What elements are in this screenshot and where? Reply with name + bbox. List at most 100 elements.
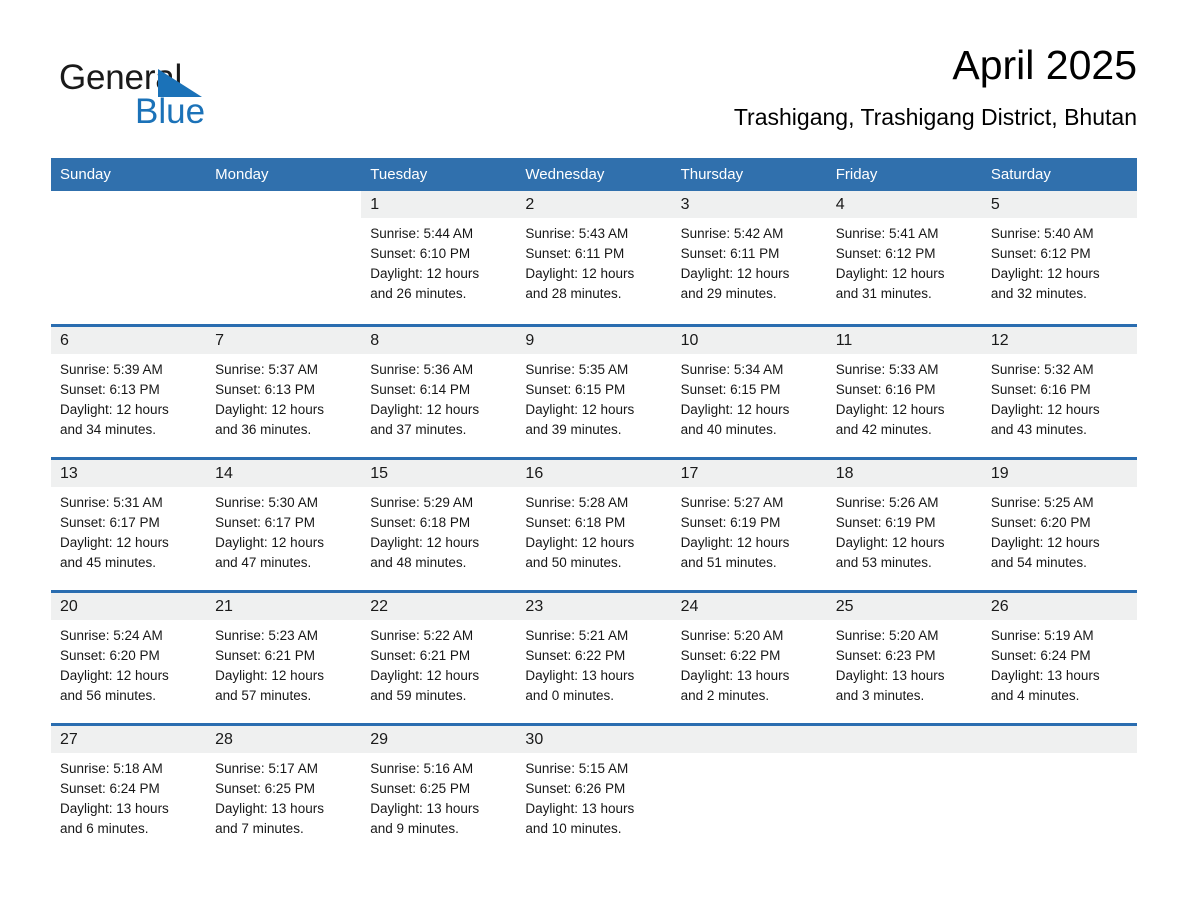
calendar-cell: 17 Sunrise: 5:27 AM Sunset: 6:19 PM Dayligh… [671, 457, 827, 590]
daylight-text: Daylight: 12 hours [835, 535, 945, 550]
daylight-text: and 48 minutes. [370, 555, 467, 570]
day-details: Sunrise: 5:22 AM Sunset: 6:21 PM Daylight:… [361, 620, 516, 706]
day-number: 19 [981, 460, 1137, 487]
sunset-text: Sunset: 6:25 PM [370, 781, 471, 796]
day-number: 16 [516, 460, 672, 487]
calendar-table: Sunday Monday Tuesday Wednesday Thursday Frid… [51, 158, 1137, 856]
calendar-day[interactable]: 17 Sunrise: 5:27 AM Sunset: 6:19 PM Dayligh… [671, 457, 827, 590]
sunrise-text: Sunrise: 5:20 AM [680, 628, 784, 643]
daylight-text: and 6 minutes. [60, 821, 149, 836]
calendar-day[interactable]: 6 Sunrise: 5:39 AM Sunset: 6:13 PM Daylight… [51, 324, 207, 457]
daylight-text: and 39 minutes. [525, 422, 622, 437]
weekday-header-wednesday: Wednesday [516, 158, 672, 191]
daylight-text: Daylight: 13 hours [60, 801, 169, 816]
calendar-day[interactable]: 13 Sunrise: 5:31 AM Sunset: 6:17 PM Dayligh… [51, 457, 207, 590]
calendar-cell: 27 Sunrise: 5:18 AM Sunset: 6:24 PM Dayligh… [51, 723, 207, 856]
sunrise-text: Sunrise: 5:37 AM [215, 362, 318, 377]
day-number: 27 [51, 726, 207, 753]
daylight-text: Daylight: 12 hours [60, 535, 169, 550]
daylight-text: and 54 minutes. [990, 555, 1087, 570]
day-details: Sunrise: 5:35 AM Sunset: 6:15 PM Daylight:… [516, 354, 671, 440]
sunrise-text: Sunrise: 5:28 AM [525, 495, 629, 510]
calendar-day[interactable]: 9 Sunrise: 5:35 AM Sunset: 6:15 PM Daylight… [516, 324, 672, 457]
sunrise-text: Sunrise: 5:15 AM [525, 761, 629, 776]
sunset-text: Sunset: 6:23 PM [835, 648, 936, 663]
calendar-day[interactable]: 14 Sunrise: 5:30 AM Sunset: 6:17 PM Dayligh… [206, 457, 362, 590]
sunset-text: Sunset: 6:16 PM [835, 382, 936, 397]
calendar-day[interactable]: 3 Sunrise: 5:42 AM Sunset: 6:11 PM Daylight… [671, 191, 827, 324]
daylight-text: and 34 minutes. [60, 422, 157, 437]
calendar-day[interactable]: 12 Sunrise: 5:32 AM Sunset: 6:16 PM Dayligh… [981, 324, 1137, 457]
day-number [981, 726, 1137, 753]
calendar-day[interactable]: 8 Sunrise: 5:36 AM Sunset: 6:14 PM Daylight… [361, 324, 517, 457]
day-number [671, 726, 827, 753]
calendar-cell: 21 Sunrise: 5:23 AM Sunset: 6:21 PM Dayligh… [206, 590, 362, 723]
calendar-day[interactable]: 30 Sunrise: 5:15 AM Sunset: 6:26 PM Dayligh… [516, 723, 672, 856]
calendar-cell: 5 Sunrise: 5:40 AM Sunset: 6:12 PM Daylight… [981, 191, 1137, 324]
day-number [826, 726, 982, 753]
calendar-day[interactable]: 18 Sunrise: 5:26 AM Sunset: 6:19 PM Dayligh… [826, 457, 982, 590]
calendar-cell: 28 Sunrise: 5:17 AM Sunset: 6:25 PM Dayligh… [206, 723, 362, 856]
day-number: 14 [206, 460, 362, 487]
daylight-text: and 59 minutes. [370, 688, 467, 703]
calendar-day[interactable]: 5 Sunrise: 5:40 AM Sunset: 6:12 PM Daylight… [981, 191, 1137, 324]
calendar-day[interactable]: 2 Sunrise: 5:43 AM Sunset: 6:11 PM Daylight… [516, 191, 672, 324]
calendar-cell: 10 Sunrise: 5:34 AM Sunset: 6:15 PM Dayligh… [671, 324, 827, 457]
sunrise-text: Sunrise: 5:34 AM [680, 362, 784, 377]
calendar-day[interactable]: 1 Sunrise: 5:44 AM Sunset: 6:10 PM Daylight… [361, 191, 517, 324]
daylight-text: Daylight: 12 hours [680, 266, 790, 281]
day-details: Sunrise: 5:33 AM Sunset: 6:16 PM Daylight:… [827, 354, 982, 440]
calendar-day[interactable]: 28 Sunrise: 5:17 AM Sunset: 6:25 PM Dayligh… [206, 723, 362, 856]
sunrise-text: Sunrise: 5:23 AM [215, 628, 318, 643]
daylight-text: Daylight: 12 hours [990, 535, 1100, 550]
calendar-day[interactable]: 19 Sunrise: 5:25 AM Sunset: 6:20 PM Dayligh… [981, 457, 1137, 590]
calendar-day[interactable]: 20 Sunrise: 5:24 AM Sunset: 6:20 PM Dayligh… [51, 590, 207, 723]
calendar-day[interactable]: 22 Sunrise: 5:22 AM Sunset: 6:21 PM Dayligh… [361, 590, 517, 723]
calendar-day[interactable]: 23 Sunrise: 5:21 AM Sunset: 6:22 PM Dayligh… [516, 590, 672, 723]
daylight-text: Daylight: 12 hours [990, 266, 1100, 281]
day-details: Sunrise: 5:42 AM Sunset: 6:11 PM Daylight:… [672, 218, 827, 304]
day-details: Sunrise: 5:29 AM Sunset: 6:18 PM Daylight:… [361, 487, 516, 573]
calendar-cell: 15 Sunrise: 5:29 AM Sunset: 6:18 PM Dayligh… [361, 457, 517, 590]
calendar-day[interactable]: 24 Sunrise: 5:20 AM Sunset: 6:22 PM Dayligh… [671, 590, 827, 723]
sunrise-text: Sunrise: 5:40 AM [990, 226, 1094, 241]
day-details: Sunrise: 5:39 AM Sunset: 6:13 PM Daylight:… [51, 354, 206, 440]
calendar-day[interactable]: 27 Sunrise: 5:18 AM Sunset: 6:24 PM Dayligh… [51, 723, 207, 856]
calendar-cell: 25 Sunrise: 5:20 AM Sunset: 6:23 PM Dayligh… [826, 590, 982, 723]
sunrise-text: Sunrise: 5:44 AM [370, 226, 474, 241]
sunrise-text: Sunrise: 5:24 AM [60, 628, 163, 643]
daylight-text: Daylight: 13 hours [835, 668, 945, 683]
daylight-text: and 0 minutes. [525, 688, 614, 703]
sunset-text: Sunset: 6:12 PM [835, 246, 936, 261]
daylight-text: and 43 minutes. [990, 422, 1087, 437]
weekday-header-tuesday: Tuesday [361, 158, 517, 191]
daylight-text: Daylight: 12 hours [370, 402, 480, 417]
calendar-day[interactable]: 29 Sunrise: 5:16 AM Sunset: 6:25 PM Dayligh… [361, 723, 517, 856]
daylight-text: and 36 minutes. [215, 422, 312, 437]
sunrise-text: Sunrise: 5:35 AM [525, 362, 629, 377]
day-number: 20 [51, 593, 207, 620]
calendar-day[interactable]: 15 Sunrise: 5:29 AM Sunset: 6:18 PM Dayligh… [361, 457, 517, 590]
day-number: 26 [981, 593, 1137, 620]
calendar-day[interactable]: 7 Sunrise: 5:37 AM Sunset: 6:13 PM Daylight… [206, 324, 362, 457]
calendar-day[interactable]: 21 Sunrise: 5:23 AM Sunset: 6:21 PM Dayligh… [206, 590, 362, 723]
calendar-header-row: Sunday Monday Tuesday Wednesday Thursday Frid… [51, 158, 1137, 191]
daylight-text: and 47 minutes. [215, 555, 312, 570]
day-number: 25 [826, 593, 982, 620]
sunset-text: Sunset: 6:20 PM [990, 515, 1091, 530]
daylight-text: Daylight: 12 hours [525, 266, 635, 281]
calendar-day[interactable]: 4 Sunrise: 5:41 AM Sunset: 6:12 PM Daylight… [826, 191, 982, 324]
calendar-cell [826, 723, 982, 856]
calendar-day[interactable]: 25 Sunrise: 5:20 AM Sunset: 6:23 PM Dayligh… [826, 590, 982, 723]
sunrise-text: Sunrise: 5:30 AM [215, 495, 318, 510]
calendar-day[interactable]: 26 Sunrise: 5:19 AM Sunset: 6:24 PM Dayligh… [981, 590, 1137, 723]
day-details: Sunrise: 5:30 AM Sunset: 6:17 PM Daylight:… [206, 487, 361, 573]
location-subtitle: Trashigang, Trashigang District, Bhutan [733, 104, 1137, 130]
calendar-day[interactable]: 16 Sunrise: 5:28 AM Sunset: 6:18 PM Dayligh… [516, 457, 672, 590]
daylight-text: and 3 minutes. [835, 688, 925, 703]
sunrise-text: Sunrise: 5:17 AM [215, 761, 318, 776]
day-details: Sunrise: 5:20 AM Sunset: 6:22 PM Daylight:… [672, 620, 827, 706]
calendar-day[interactable]: 11 Sunrise: 5:33 AM Sunset: 6:16 PM Dayligh… [826, 324, 982, 457]
calendar-day[interactable]: 10 Sunrise: 5:34 AM Sunset: 6:15 PM Dayligh… [671, 324, 827, 457]
calendar-day-empty [671, 723, 827, 856]
